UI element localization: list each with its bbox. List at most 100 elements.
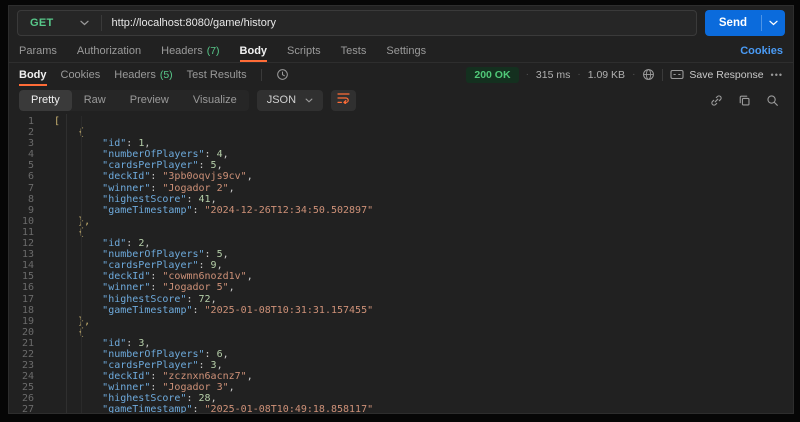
code-text: "id": 2,: [102, 238, 151, 250]
code-line: 15 "deckId": "cowmn6nozd1v",: [9, 271, 793, 282]
code-line: 25 "winner": "Jogador 3",: [9, 382, 793, 393]
tab-authorization[interactable]: Authorization: [77, 39, 141, 62]
tab-params[interactable]: Params: [19, 39, 57, 62]
headers-count-badge: (7): [206, 44, 220, 57]
save-response-button[interactable]: Save Response: [670, 68, 764, 81]
tab-headers[interactable]: Headers (7): [161, 39, 219, 62]
response-tab-test-results[interactable]: Test Results: [187, 63, 247, 86]
wrap-text-button[interactable]: [331, 89, 357, 111]
code-line: 18 "gameTimestamp": "2025-01-08T10:31:31…: [9, 305, 793, 316]
dot-separator: [577, 69, 580, 80]
send-button-label: Send: [718, 17, 747, 29]
code-text: "highestScore": 72,: [102, 293, 217, 305]
code-line: 23 "cardsPerPlayer": 3,: [9, 360, 793, 371]
code-line: 3 "id": 1,: [9, 138, 793, 149]
line-number: 21: [21, 337, 34, 349]
line-number: 8: [27, 193, 34, 205]
code-line: 10 },: [9, 216, 793, 227]
response-time[interactable]: 315 ms: [536, 69, 570, 81]
chevron-down-icon: [305, 98, 313, 103]
view-mode-group: Pretty Raw Preview Visualize: [19, 89, 249, 111]
code-text: "id": 1,: [102, 138, 151, 150]
tab-tests[interactable]: Tests: [341, 39, 367, 62]
more-options-button[interactable]: •••: [771, 70, 783, 80]
chevron-down-icon: [79, 20, 89, 26]
line-number: 2: [27, 127, 34, 139]
code-line: 4 "numberOfPlayers": 4,: [9, 149, 793, 160]
history-clock-icon[interactable]: [276, 68, 289, 81]
view-tab-preview[interactable]: Preview: [118, 90, 181, 111]
line-number: 14: [21, 260, 34, 272]
code-line: 22 "numberOfPlayers": 6,: [9, 349, 793, 360]
tab-body[interactable]: Body: [239, 39, 267, 62]
tab-scripts[interactable]: Scripts: [287, 39, 321, 62]
code-line: 19 },: [9, 316, 793, 327]
code-line: 20 {: [9, 327, 793, 338]
url-input[interactable]: [101, 11, 696, 35]
response-toolbar: Body Cookies Headers (5) Test Results 200…: [9, 62, 793, 86]
gutter-separator: [66, 114, 67, 413]
code-text: "gameTimestamp": "2025-01-08T10:49:18.85…: [102, 404, 374, 413]
code-text: },: [78, 315, 91, 327]
code-text: "deckId": "cowmn6nozd1v",: [102, 271, 253, 283]
response-tab-cookies[interactable]: Cookies: [61, 63, 101, 86]
send-button[interactable]: Send: [704, 10, 785, 36]
code-line: 6 "deckId": "3pb0oqvjs9cv",: [9, 171, 793, 182]
copy-icon[interactable]: [738, 94, 751, 107]
response-size[interactable]: 1.09 KB: [588, 69, 625, 81]
globe-icon[interactable]: [642, 68, 655, 81]
code-text: {: [54, 227, 84, 238]
code-text: {: [54, 327, 84, 338]
tab-settings[interactable]: Settings: [386, 39, 426, 62]
save-response-label: Save Response: [689, 68, 764, 81]
code-line: 16 "winner": "Jogador 5",: [9, 282, 793, 293]
line-number: 13: [21, 249, 34, 261]
response-body-editor[interactable]: 1[2 {3 "id": 1,4 "numberOfPlayers": 4,5 …: [9, 114, 793, 413]
line-number: 24: [21, 371, 34, 383]
code-text: "highestScore": 28,: [102, 393, 217, 405]
divider: [260, 68, 262, 81]
code-line: 9 "gameTimestamp": "2024-12-26T12:34:50.…: [9, 205, 793, 216]
view-tab-visualize[interactable]: Visualize: [181, 90, 249, 111]
code-line: 14 "cardsPerPlayer": 9,: [9, 260, 793, 271]
request-tabs: Params Authorization Headers (7) Body Scr…: [9, 39, 793, 62]
line-number: 7: [27, 182, 34, 194]
line-number: 6: [27, 171, 34, 183]
method-select[interactable]: GET: [18, 11, 101, 35]
line-number: 20: [21, 326, 34, 338]
wrap-text-icon: [337, 91, 350, 109]
line-number: 4: [27, 149, 34, 161]
code-text: "cardsPerPlayer": 5,: [102, 160, 223, 172]
view-tab-pretty[interactable]: Pretty: [19, 89, 72, 111]
response-tab-headers[interactable]: Headers (5): [114, 63, 172, 86]
format-select-value: JSON: [266, 94, 297, 106]
line-number: 12: [21, 238, 34, 250]
status-badge[interactable]: 200 OK: [466, 66, 519, 83]
code-line: 21 "id": 3,: [9, 338, 793, 349]
code-text: "deckId": "3pb0oqvjs9cv",: [102, 171, 253, 183]
link-icon[interactable]: [710, 94, 723, 107]
code-text: "gameTimestamp": "2025-01-08T10:31:31.15…: [102, 304, 374, 316]
dot-separator: [526, 69, 529, 80]
dot-separator: [632, 69, 635, 80]
response-tab-body[interactable]: Body: [19, 63, 47, 86]
response-headers-count-badge: (5): [159, 68, 173, 81]
code-actions: [710, 94, 783, 107]
code-text: "id": 3,: [102, 337, 151, 349]
format-select[interactable]: JSON: [256, 89, 324, 111]
line-number: 23: [21, 360, 34, 372]
chevron-down-icon[interactable]: [762, 10, 785, 36]
response-status-group: 200 OK 315 ms 1.09 KB Save Response •••: [466, 66, 783, 83]
cookies-link[interactable]: Cookies: [740, 45, 783, 57]
line-number: 26: [21, 393, 34, 405]
search-icon[interactable]: [766, 94, 779, 107]
line-number: 17: [21, 293, 34, 305]
code-text: "gameTimestamp": "2024-12-26T12:34:50.50…: [102, 204, 374, 216]
code-text: },: [78, 215, 91, 227]
line-number: 16: [21, 282, 34, 294]
line-number: 1: [27, 116, 34, 127]
view-tab-raw[interactable]: Raw: [72, 90, 118, 111]
code-text: "highestScore": 41,: [102, 193, 217, 205]
line-number: 19: [21, 315, 34, 327]
code-line: 17 "highestScore": 72,: [9, 294, 793, 305]
